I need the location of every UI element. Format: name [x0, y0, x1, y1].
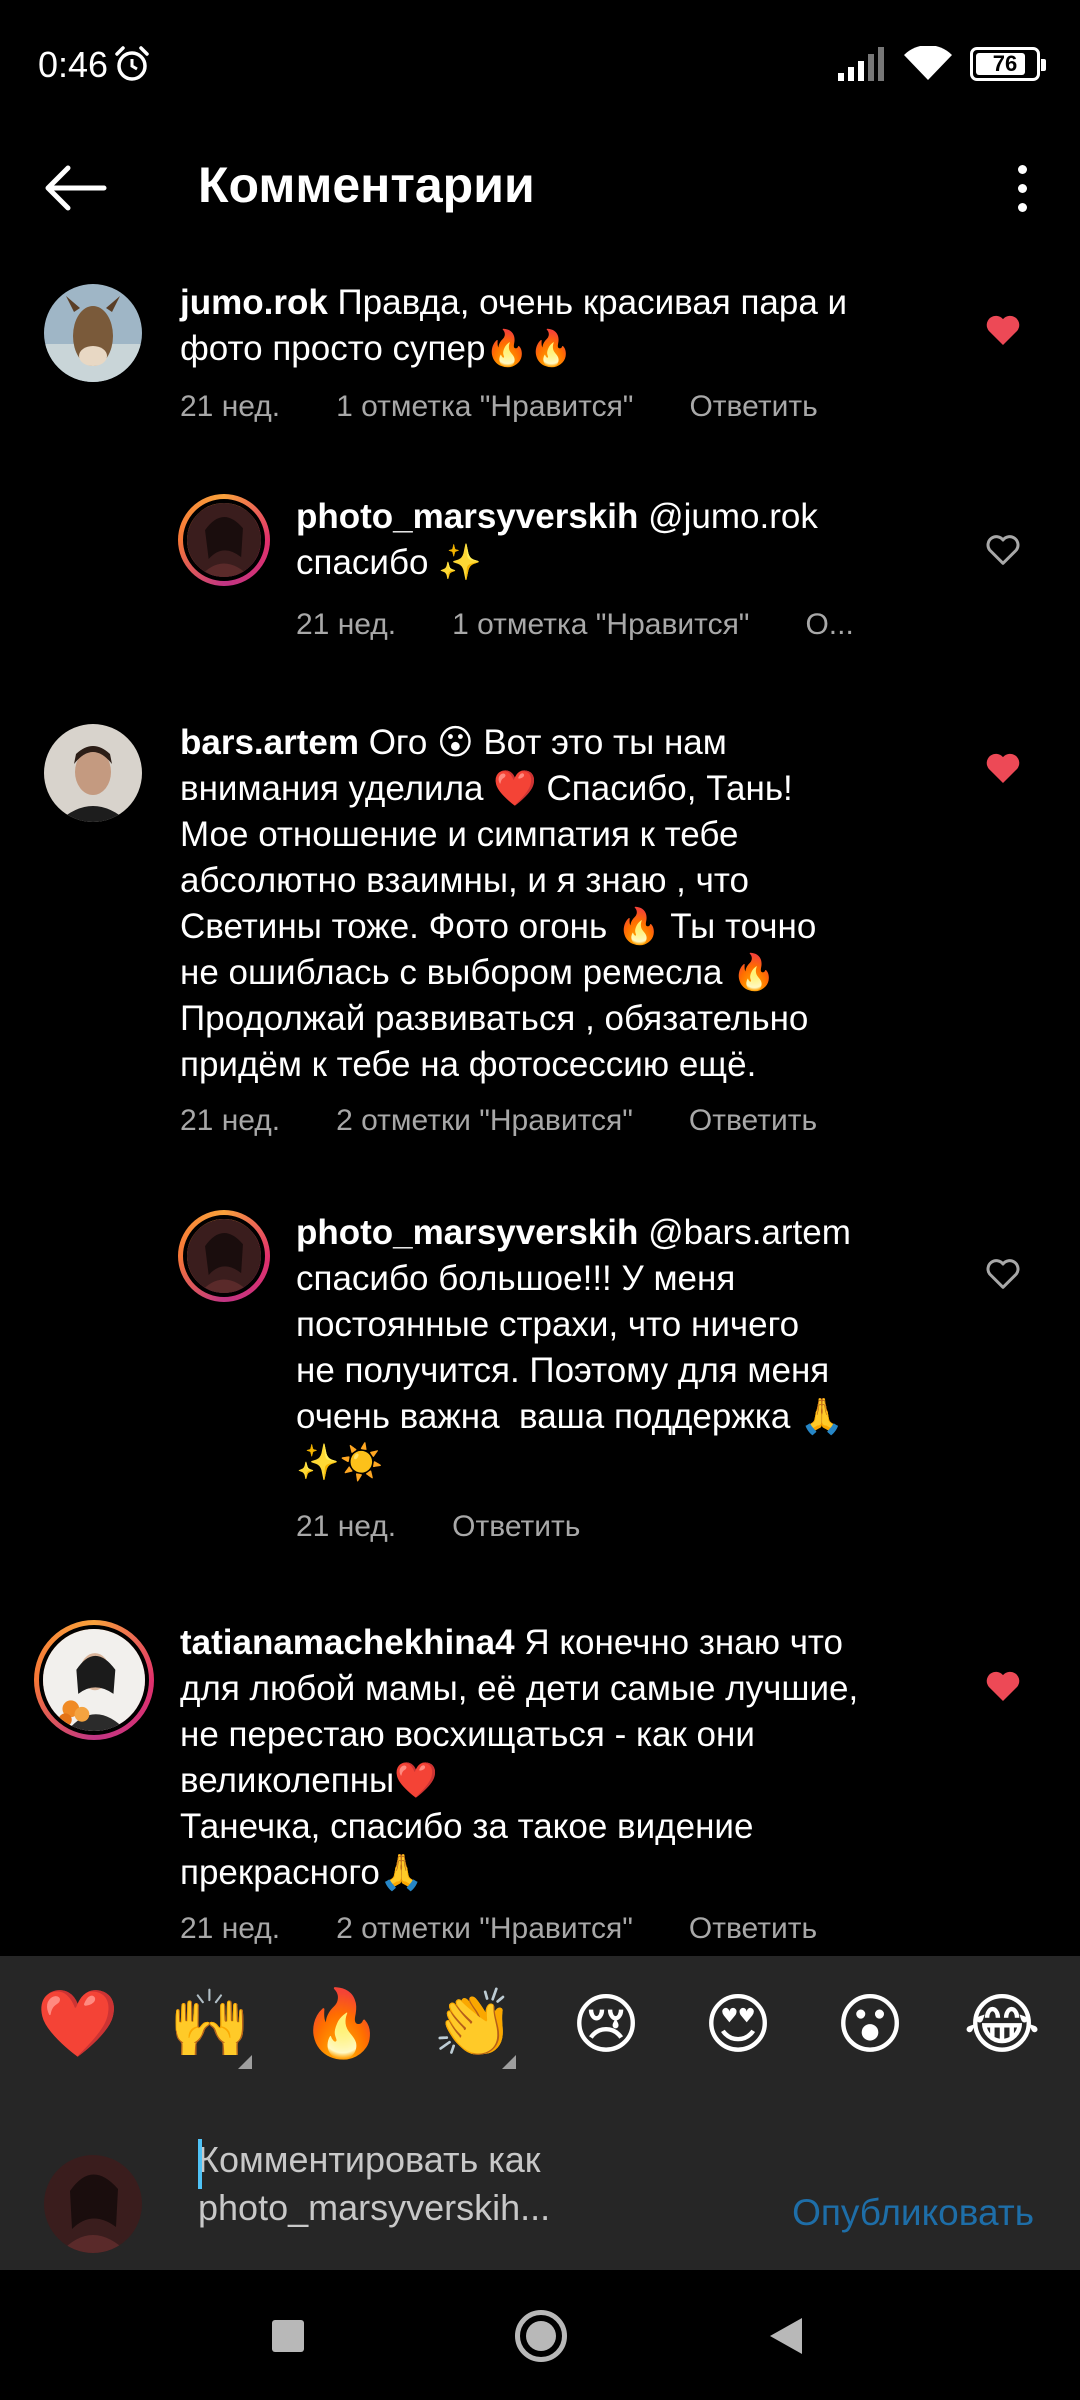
- nav-back-icon[interactable]: [770, 2318, 802, 2354]
- alarm-icon: [115, 46, 149, 81]
- heart-filled-icon[interactable]: [983, 748, 1023, 788]
- top-app-bar: Комментарии: [0, 130, 1080, 240]
- reply-button[interactable]: О...: [805, 608, 853, 642]
- text-cursor: [198, 2139, 202, 2189]
- reply-button[interactable]: Ответить: [689, 1912, 817, 1946]
- comment-username[interactable]: photo_marsyverskih: [296, 1213, 638, 1252]
- comment-time: 21 нед.: [180, 1104, 281, 1137]
- comment-username[interactable]: tatianamachekhina4: [180, 1623, 515, 1662]
- comment-composer: Комментировать как photo_marsyverskih...…: [0, 2092, 1080, 2270]
- comment-likes-count[interactable]: 1 отметка "Нравится": [336, 390, 633, 424]
- emoji-glyph: 🙌: [168, 1985, 252, 2062]
- back-arrow-icon[interactable]: [40, 152, 112, 224]
- avatar[interactable]: [34, 1620, 154, 1740]
- emoji-heart-eyes-button[interactable]: 😍: [688, 1986, 788, 2063]
- comment-body: Ого 😮 Вот это ты нам внимания уделила ❤️…: [180, 723, 817, 1084]
- comment-username[interactable]: photo_marsyverskih: [296, 497, 638, 536]
- comment-body: @bars.artem спасибо большое!!! У меня по…: [296, 1213, 851, 1482]
- emoji-laughing-button[interactable]: 😂: [952, 1986, 1052, 2063]
- emoji-surprised-button[interactable]: 😮: [820, 1986, 920, 2063]
- publish-button[interactable]: Опубликовать: [792, 2192, 1034, 2234]
- avatar: [44, 2155, 142, 2253]
- comment-likes-count[interactable]: 2 отметки "Нравится": [336, 1912, 633, 1946]
- heart-filled-icon[interactable]: [983, 1666, 1023, 1706]
- avatar[interactable]: [44, 284, 142, 382]
- emoji-heart-button[interactable]: ❤️: [28, 1985, 128, 2063]
- comment-time: 21 нед.: [296, 1510, 397, 1543]
- emoji-glyph: 👏: [432, 1985, 516, 2062]
- more-options-icon[interactable]: [994, 152, 1050, 224]
- comment-text: jumo.rok Правда, очень красивая пара и ф…: [180, 280, 940, 372]
- comment-username[interactable]: bars.artem: [180, 723, 359, 762]
- skin-tone-indicator-icon: [238, 2055, 252, 2069]
- signal-icon: [838, 47, 884, 81]
- battery-level: 76: [992, 51, 1018, 76]
- comment-input[interactable]: Комментировать как photo_marsyverskih...: [198, 2136, 618, 2232]
- comment-text: tatianamachekhina4 Я конечно знаю что дл…: [180, 1620, 980, 1896]
- comment-time: 21 нед.: [180, 1912, 281, 1945]
- reply-button[interactable]: Ответить: [689, 390, 817, 424]
- comment-meta: 21 нед. 2 отметки "Нравится" Ответить: [180, 1104, 817, 1138]
- wifi-icon: [904, 46, 952, 80]
- reply-button[interactable]: Ответить: [689, 1104, 817, 1138]
- avatar[interactable]: [44, 724, 142, 822]
- comment-meta: 21 нед. 1 отметка "Нравится" Ответить: [180, 390, 818, 424]
- comment-meta: 21 нед. 1 отметка "Нравится" О...: [296, 608, 854, 642]
- system-nav-bar: [0, 2270, 1080, 2400]
- comment-body: Я конечно знаю что для любой мамы, её де…: [180, 1623, 859, 1892]
- skin-tone-indicator-icon: [502, 2055, 516, 2069]
- status-bar: 0:46 76: [0, 0, 1080, 130]
- comment-meta: 21 нед. 2 отметки "Нравится" Ответить: [180, 1912, 817, 1946]
- emoji-quick-bar: ❤️ 🙌 🔥 👏 😢 😍 😮 😂: [0, 1956, 1080, 2092]
- comment-time: 21 нед.: [180, 390, 281, 423]
- comment-time: 21 нед.: [296, 608, 397, 641]
- comment-likes-count[interactable]: 1 отметка "Нравится": [452, 608, 749, 642]
- home-icon[interactable]: [515, 2310, 567, 2362]
- status-time: 0:46: [38, 44, 109, 85]
- heart-filled-icon[interactable]: [983, 310, 1023, 350]
- heart-outline-icon[interactable]: [983, 1254, 1023, 1294]
- reply-button[interactable]: Ответить: [452, 1510, 580, 1544]
- battery-icon: 76: [970, 47, 1046, 81]
- emoji-crying-button[interactable]: 😢: [556, 1986, 656, 2063]
- comment-likes-count[interactable]: 2 отметки "Нравится": [336, 1104, 633, 1138]
- comment-text: photo_marsyverskih @jumo.rok спасибо ✨: [296, 494, 936, 586]
- avatar[interactable]: [178, 494, 270, 586]
- emoji-fire-button[interactable]: 🔥: [292, 1985, 392, 2063]
- heart-outline-icon[interactable]: [983, 530, 1023, 570]
- comment-username[interactable]: jumo.rok: [180, 283, 328, 322]
- comment-meta: 21 нед. Ответить: [296, 1510, 580, 1544]
- emoji-clap-button[interactable]: 👏: [424, 1985, 524, 2069]
- avatar[interactable]: [178, 1210, 270, 1302]
- recent-apps-icon[interactable]: [272, 2320, 304, 2352]
- emoji-raised-hands-button[interactable]: 🙌: [160, 1985, 260, 2069]
- comment-text: photo_marsyverskih @bars.artem спасибо б…: [296, 1210, 956, 1486]
- page-title: Комментарии: [198, 157, 535, 213]
- comment-text: bars.artem Ого 😮 Вот это ты нам внимания…: [180, 720, 960, 1088]
